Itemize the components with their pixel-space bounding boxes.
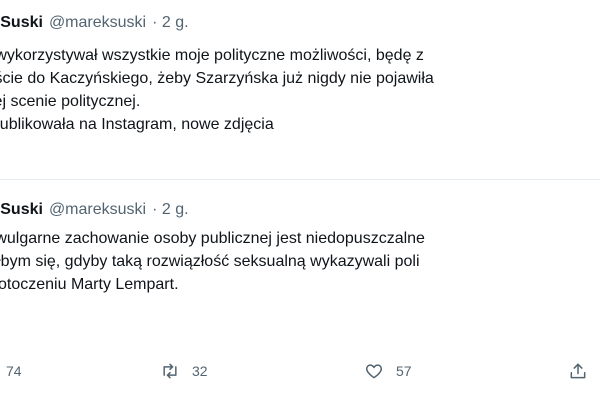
author-name[interactable]: ek Suski: [0, 201, 43, 218]
heart-icon: [365, 364, 383, 379]
tweet-text: e wulgarne zachowanie osoby publicznej j…: [0, 230, 425, 293]
author-handle[interactable]: @mareksuski: [49, 201, 146, 218]
like-count: 57: [396, 363, 412, 379]
tweet-actions: 74 32 57: [0, 360, 600, 384]
tweet-text: e wykorzystywał wszystkie moje polityczn…: [0, 47, 434, 133]
retweet-button[interactable]: 32: [160, 360, 208, 382]
tweet-time[interactable]: · 2 g.: [152, 14, 188, 31]
author-handle[interactable]: @mareksuski: [49, 14, 146, 31]
tweet-time[interactable]: · 2 g.: [152, 201, 188, 218]
reply-count: 74: [6, 363, 22, 379]
tweet-header: ek Suski @mareksuski · 2 g.: [0, 13, 189, 33]
retweet-icon: [163, 363, 177, 379]
share-icon: [570, 363, 586, 379]
retweet-count: 32: [192, 363, 208, 379]
like-button[interactable]: 57: [364, 360, 412, 382]
reply-button[interactable]: 74: [0, 360, 22, 382]
tweet-header: ek Suski @mareksuski · 2 g.: [0, 200, 189, 220]
author-name[interactable]: ek Suski: [0, 14, 43, 31]
share-button[interactable]: [568, 360, 588, 382]
tweet-1[interactable]: ek Suski @mareksuski · 2 g. e wykorzystywa…: [0, 0, 600, 180]
